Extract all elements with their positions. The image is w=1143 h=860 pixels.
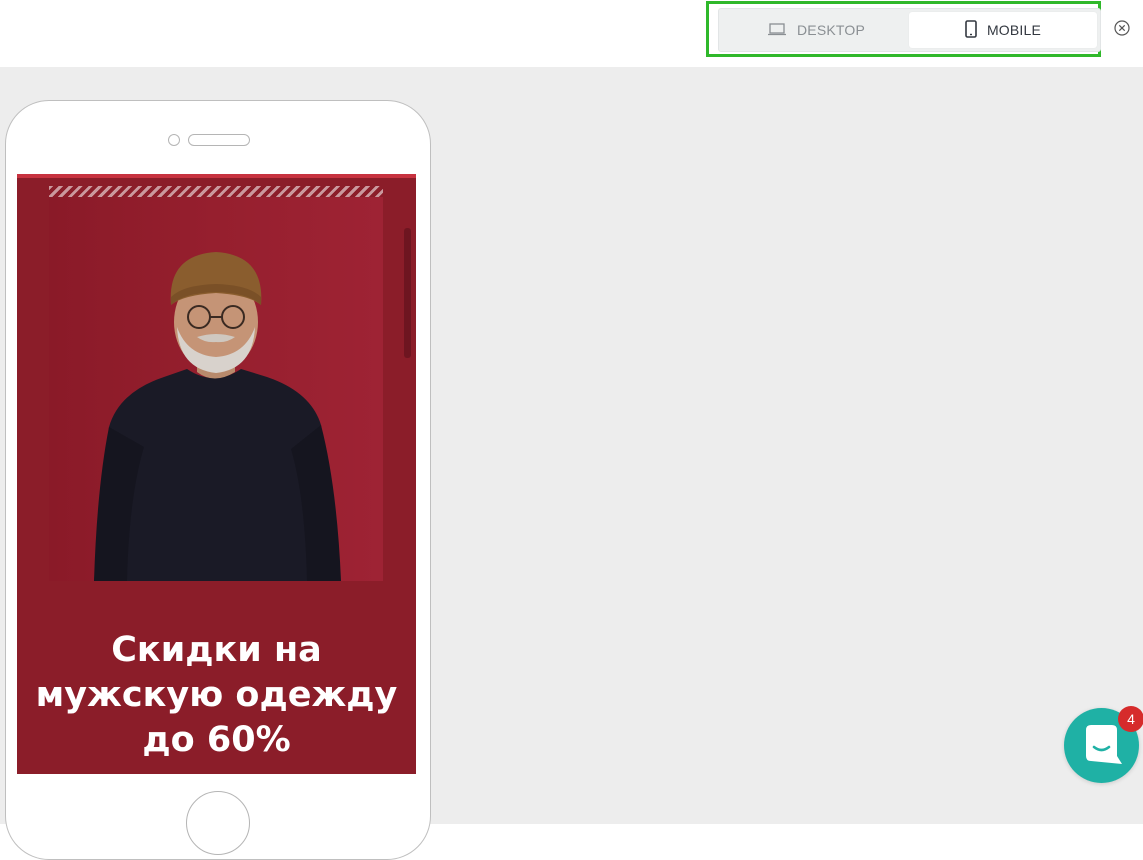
screen-scrollbar[interactable] <box>404 228 411 358</box>
promo-heading-line: Скидки на <box>111 630 322 670</box>
promo-heading: Скидки на мужскую одежду до 60% <box>17 628 416 763</box>
smartphone-icon <box>965 19 977 41</box>
phone-home-button <box>186 791 250 855</box>
phone-frame: Скидки на мужскую одежду до 60% <box>5 100 431 860</box>
phone-screen[interactable]: Скидки на мужскую одежду до 60% <box>17 174 416 774</box>
desktop-view-label: DESKTOP <box>796 22 866 38</box>
close-circle-icon[interactable] <box>1114 20 1130 36</box>
mobile-view-label: MOBILE <box>986 22 1042 38</box>
chat-unread-badge: 4 <box>1118 706 1143 732</box>
phone-speaker <box>188 134 250 146</box>
phone-camera <box>168 134 180 146</box>
man-in-beanie-image <box>49 197 383 581</box>
decorative-stripes <box>49 186 383 197</box>
desktop-view-button[interactable]: DESKTOP <box>722 12 910 48</box>
view-toggle: DESKTOP MOBILE <box>718 8 1101 52</box>
mobile-view-button[interactable]: MOBILE <box>909 12 1097 48</box>
promo-heading-line: до 60% <box>142 720 291 760</box>
promo-heading-line: мужскую одежду <box>35 675 398 715</box>
laptop-icon <box>767 22 787 39</box>
